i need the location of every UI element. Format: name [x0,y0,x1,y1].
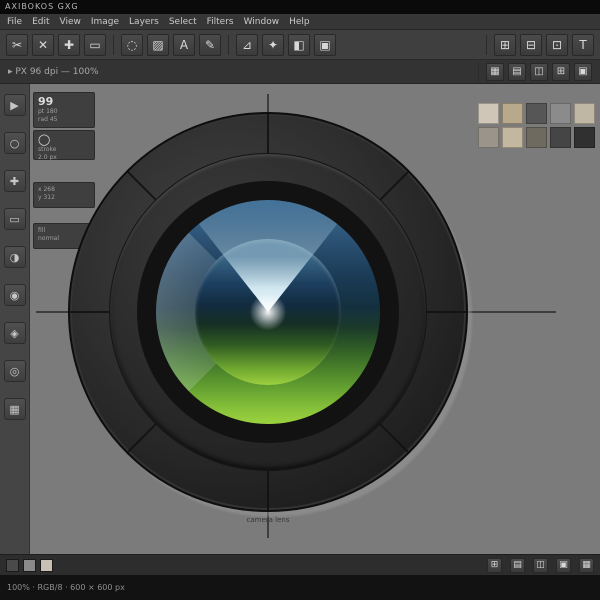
crosshair-tool-icon[interactable]: ✚ [3,170,26,192]
pen-icon[interactable]: ✎ [199,33,221,56]
lens-ring-tick [70,311,112,313]
color-well[interactable] [6,558,19,572]
lock-icon[interactable]: ▣ [574,62,592,81]
page-list-icon[interactable]: ▤ [510,557,525,573]
color-swatch[interactable] [550,127,571,148]
shape-tool-icon[interactable]: ◈ [3,322,26,344]
lens-ring-tick [267,468,269,510]
bottom-utility-bar: ⊞ ▤ ◫ ▣ ▦ [0,554,600,575]
bookmark-icon[interactable]: ▣ [556,557,571,573]
color-swatch[interactable] [574,103,595,124]
color-swatch-grid [478,103,595,148]
type-icon[interactable]: T [572,33,594,56]
cut-icon[interactable]: ✂ [6,33,28,56]
camera-lens-artwork[interactable] [68,112,468,512]
color-swatch[interactable] [478,127,499,148]
color-swatch[interactable] [526,103,547,124]
list-view-icon[interactable]: ▤ [508,62,526,81]
lens-ring-tick [424,311,466,313]
pattern-icon[interactable]: ▨ [147,33,169,56]
guide-line-top [267,94,269,112]
lens-center-glow [248,292,288,332]
color-well[interactable] [40,558,53,572]
toolbar-separator [113,34,114,55]
menu-view[interactable]: View [60,17,81,27]
color-swatch[interactable] [550,103,571,124]
target-tool-icon[interactable]: ◉ [3,284,26,306]
toolbar-separator [478,61,479,82]
menu-window[interactable]: Window [244,17,280,27]
text-icon[interactable]: A [173,33,195,56]
crop-icon[interactable]: ▭ [84,33,106,56]
snap-grid-icon[interactable]: ⊞ [552,62,570,81]
panel-size-value: 99 [38,95,54,108]
menu-file[interactable]: File [7,17,22,27]
close-icon[interactable]: ✕ [32,33,54,56]
menu-bar: File Edit View Image Layers Select Filte… [0,14,600,30]
move-icon[interactable]: ✚ [58,33,80,56]
options-icon[interactable]: ▦ [579,557,594,573]
gradient-icon[interactable]: ◧ [288,33,310,56]
erase-icon[interactable]: ▣ [314,33,336,56]
color-swatch[interactable] [574,127,595,148]
grid-icon[interactable]: ⊞ [494,33,516,56]
rectangle-tool-icon[interactable]: ▭ [3,208,26,230]
options-label: ▸ PX 96 dpi — 100% [8,66,99,77]
menu-help[interactable]: Help [289,17,310,27]
ellipse-tool-icon[interactable]: ○ [3,132,26,154]
shear-icon[interactable]: ⊿ [236,33,258,56]
menu-filters[interactable]: Filters [207,17,234,27]
split-view-icon[interactable]: ◫ [530,62,548,81]
menu-edit[interactable]: Edit [32,17,49,27]
menu-layers[interactable]: Layers [129,17,159,27]
guide-line-left [36,311,68,313]
tool-panel: ▶ ○ ✚ ▭ ◑ ◉ ◈ ◎ ▦ [0,84,30,554]
layout-icon[interactable]: ⊟ [520,33,542,56]
object-caption: camera lens [246,516,290,524]
toolbar-separator [228,34,229,55]
star-icon[interactable]: ✦ [262,33,284,56]
app-window: AXIBOKOS GXG File Edit View Image Layers… [0,0,600,600]
lens-glass [156,200,380,424]
menu-select[interactable]: Select [169,17,197,27]
thumbnail-grid-icon[interactable]: ⊞ [487,557,502,573]
tile-view-icon[interactable]: ▦ [486,62,504,81]
status-bar: 100% · RGB/8 · 600 × 600 px [0,575,600,600]
panel-icon[interactable]: ⊡ [546,33,568,56]
select-tool-icon[interactable]: ▶ [3,94,26,116]
options-toolbar: ▸ PX 96 dpi — 100% ▦ ▤ ◫ ⊞ ▣ [0,60,600,84]
lasso-icon[interactable]: ◌ [121,33,143,56]
rotate-tool-icon[interactable]: ◑ [3,246,26,268]
status-text: 100% · RGB/8 · 600 × 600 px [7,583,125,592]
color-swatch[interactable] [502,103,523,124]
color-well[interactable] [23,558,36,572]
lens-ring-tick [267,114,269,156]
main-toolbar: ✂ ✕ ✚ ▭ ◌ ▨ A ✎ ⊿ ✦ ◧ ▣ ⊞ ⊟ ⊡ T [0,30,600,60]
menu-image[interactable]: Image [91,17,119,27]
toolbar-separator [486,34,487,55]
grid-tool-icon[interactable]: ▦ [3,398,26,420]
title-bar: AXIBOKOS GXG [0,0,600,14]
guide-line-right [468,311,556,313]
canvas-area[interactable]: ▶ ○ ✚ ▭ ◑ ◉ ◈ ◎ ▦ 99 pt 180 rad 45 ◯ str… [0,84,600,554]
color-swatch[interactable] [478,103,499,124]
circle-tool-icon[interactable]: ◎ [3,360,26,382]
dual-page-icon[interactable]: ◫ [533,557,548,573]
window-title: AXIBOKOS GXG [5,2,79,11]
color-swatch[interactable] [526,127,547,148]
color-swatch[interactable] [502,127,523,148]
